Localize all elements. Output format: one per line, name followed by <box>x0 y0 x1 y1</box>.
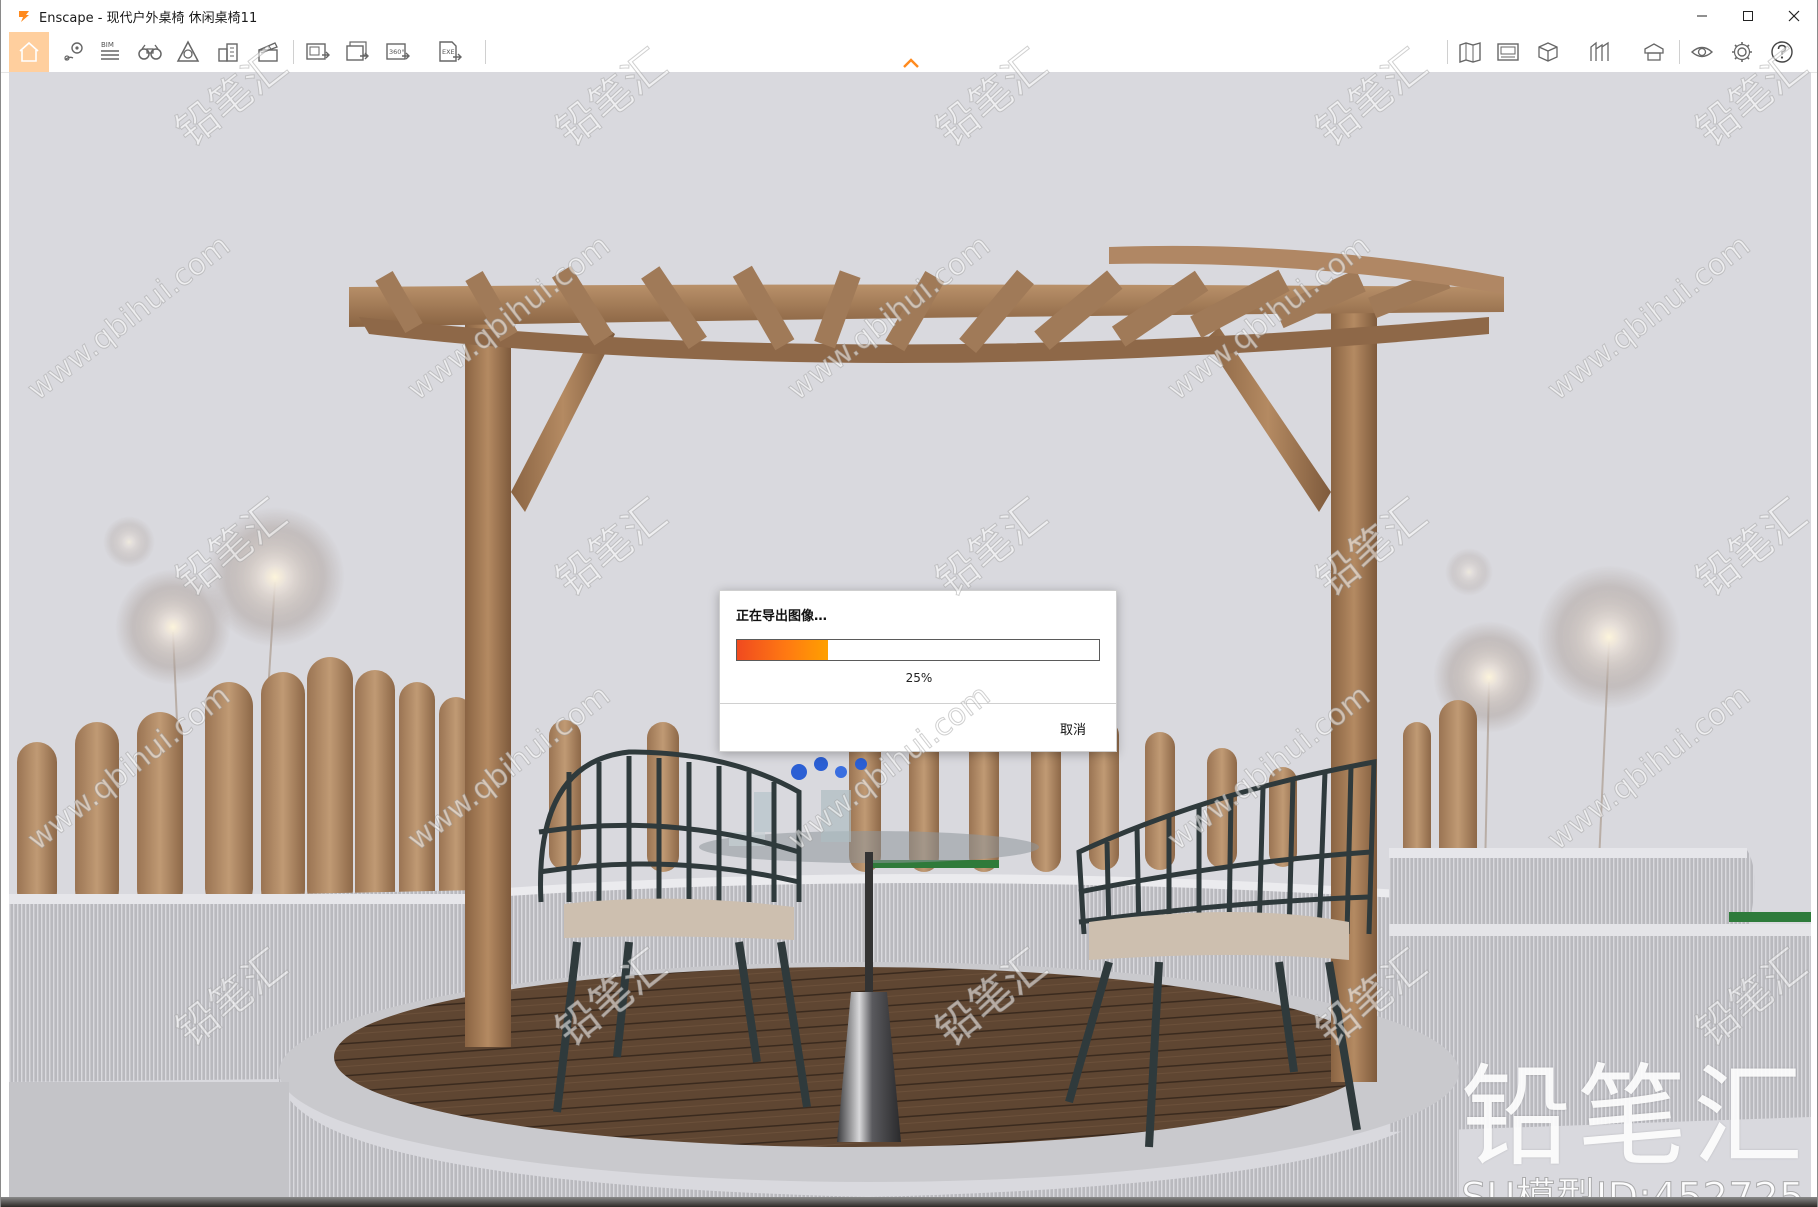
visibility-button[interactable] <box>1685 34 1719 70</box>
home-button[interactable] <box>9 32 49 72</box>
enscape-window: Enscape - 现代户外桌椅 休闲桌椅11 BIM 360° EXE 正在导… <box>0 0 1818 1207</box>
brand-watermark: 铅笔汇 <box>1461 1053 1809 1181</box>
bim-icon: BIM <box>101 41 119 60</box>
views-button[interactable] <box>57 34 91 70</box>
atmosphere-icon <box>176 40 200 62</box>
svg-text:BIM: BIM <box>101 41 114 49</box>
gear-icon <box>1732 42 1752 62</box>
eye-icon <box>1690 46 1714 58</box>
batch-render-button[interactable] <box>341 34 375 70</box>
toolbar-separator <box>293 40 294 64</box>
svg-text:360°: 360° <box>389 48 405 56</box>
toolbar-separator <box>1447 40 1448 64</box>
render-image-icon <box>306 43 330 60</box>
toolbar-separator <box>1679 40 1680 64</box>
buildings-icon <box>218 43 238 62</box>
export-progress-dialog: 正在导出图像… 25% 取消 <box>719 590 1117 752</box>
dialog-divider <box>720 703 1116 704</box>
maximize-icon <box>1743 11 1753 21</box>
maximize-button[interactable] <box>1725 0 1771 32</box>
toolbar-separator <box>485 40 486 64</box>
gallery-icon <box>1497 43 1519 61</box>
settings-button[interactable] <box>1725 34 1759 70</box>
close-button[interactable] <box>1771 0 1817 32</box>
cancel-button[interactable]: 取消 <box>1054 715 1092 742</box>
home-icon <box>19 41 39 62</box>
panorama-button[interactable]: 360° <box>381 34 415 70</box>
bim-button[interactable]: BIM <box>93 34 127 70</box>
sync-button[interactable] <box>1637 34 1671 70</box>
clapperboard-icon <box>258 42 278 62</box>
help-button[interactable] <box>1765 34 1799 70</box>
render-image-button[interactable] <box>301 34 335 70</box>
binoculars-button[interactable] <box>133 34 167 70</box>
section-icon <box>1590 41 1609 61</box>
dialog-title: 正在导出图像… <box>736 609 828 624</box>
render-viewport[interactable]: 正在导出图像… 25% 取消 铅笔汇 SU模型ID:452725 <box>9 72 1811 1197</box>
bottom-border <box>1 1197 1817 1207</box>
section-button[interactable] <box>1583 34 1617 70</box>
video-editor-button[interactable] <box>251 34 285 70</box>
sync-icon <box>1644 43 1664 61</box>
enscape-logo-icon <box>19 11 29 22</box>
gallery-button[interactable] <box>1491 34 1525 70</box>
window-controls <box>1679 0 1817 32</box>
atmosphere-button[interactable] <box>171 34 205 70</box>
box-button[interactable] <box>1531 34 1565 70</box>
map-pin-icon <box>64 42 83 61</box>
map-icon <box>1459 42 1481 63</box>
title-bar: Enscape - 现代户外桌椅 休闲桌椅11 <box>1 0 1817 32</box>
box-icon <box>1538 42 1558 62</box>
window-title: Enscape - 现代户外桌椅 休闲桌椅11 <box>39 10 258 26</box>
binoculars-icon <box>138 44 162 60</box>
close-icon <box>1788 10 1800 22</box>
progress-fill <box>737 640 828 660</box>
help-icon <box>1771 41 1793 63</box>
svg-text:EXE: EXE <box>442 48 455 56</box>
assets-button[interactable] <box>211 34 245 70</box>
export-exe-button[interactable]: EXE <box>433 34 467 70</box>
collapse-toolbar-chevron-up-icon[interactable] <box>901 56 921 70</box>
export-progress-bar <box>736 639 1100 661</box>
export-exe-icon: EXE <box>439 41 462 62</box>
minimize-button[interactable] <box>1679 0 1725 32</box>
panorama-icon: 360° <box>386 43 410 60</box>
batch-render-icon <box>346 41 369 61</box>
minimize-icon <box>1697 15 1707 17</box>
progress-percent-label: 25% <box>905 671 933 685</box>
model-id-watermark: SU模型ID:452725 <box>1460 1178 1804 1198</box>
map-button[interactable] <box>1453 34 1487 70</box>
